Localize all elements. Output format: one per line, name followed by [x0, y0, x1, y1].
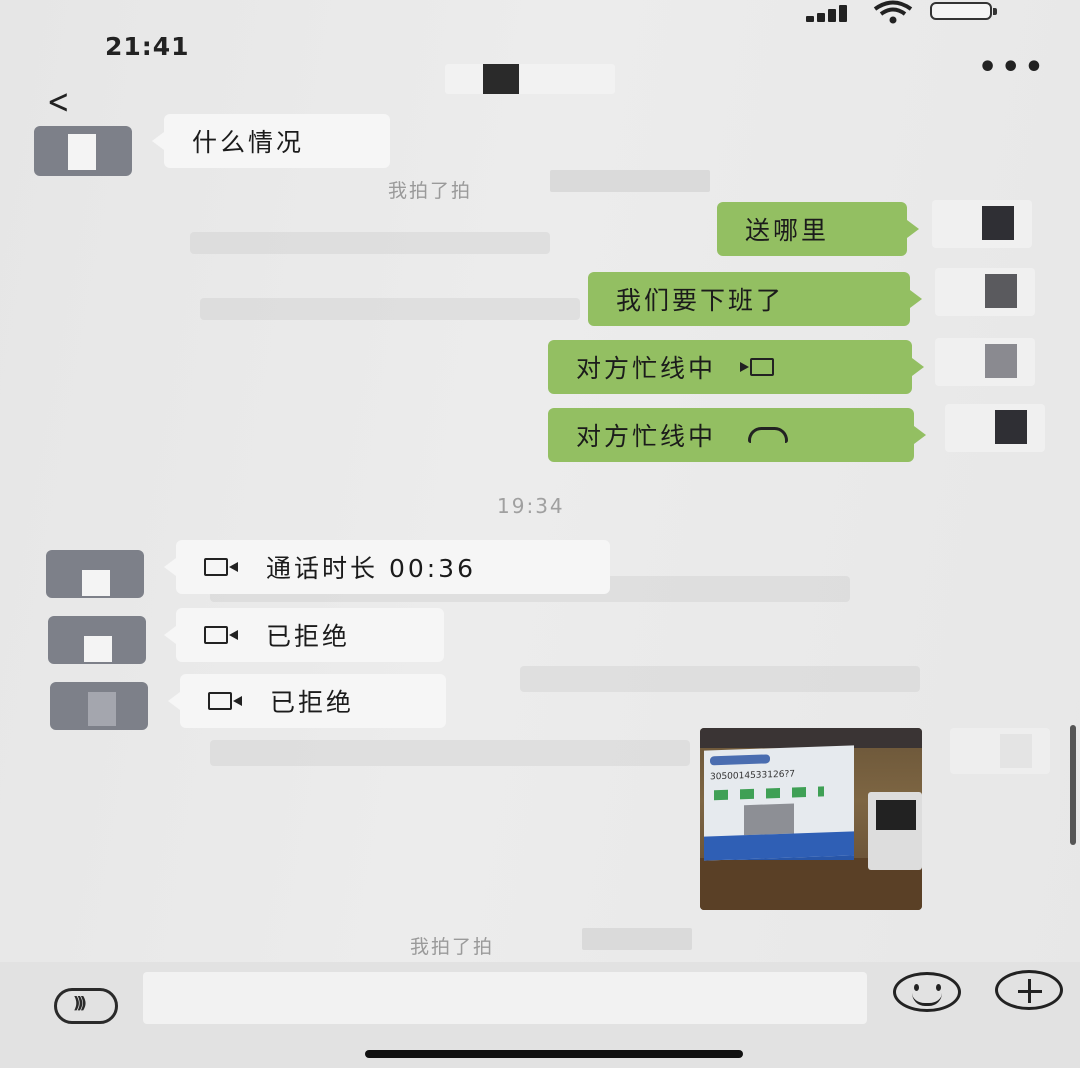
voice-input-button[interactable]	[54, 988, 118, 1024]
message-text: 我们要下班了	[616, 286, 785, 315]
avatar[interactable]	[48, 616, 146, 664]
message-text: 对方忙线中	[576, 354, 717, 383]
message-text: 对方忙线中	[576, 422, 717, 451]
video-call-icon	[208, 692, 242, 710]
status-time: 21:41	[105, 32, 190, 61]
emoji-button[interactable]	[893, 972, 961, 1012]
message-text: 已拒绝	[266, 622, 351, 651]
battery-icon	[930, 2, 997, 20]
background-ghost	[210, 740, 690, 766]
video-call-icon	[204, 626, 238, 644]
more-button[interactable]: •••	[978, 50, 1048, 85]
system-message: 我拍了拍	[388, 180, 473, 202]
chat-title-redacted	[445, 64, 615, 94]
redacted-name	[582, 928, 692, 950]
timestamp: 19:34	[497, 494, 565, 518]
message-bubble-sent[interactable]: 送哪里	[717, 202, 919, 256]
avatar[interactable]	[945, 404, 1045, 452]
avatar[interactable]	[935, 268, 1035, 316]
plus-button[interactable]	[995, 970, 1063, 1010]
image-message[interactable]: 3050014533126?7	[700, 728, 922, 910]
video-call-icon	[750, 358, 775, 376]
call-record-received[interactable]: 已拒绝	[168, 674, 446, 728]
chevron-left-icon: <	[46, 82, 70, 122]
call-record-received[interactable]: 已拒绝	[164, 608, 444, 662]
wifi-icon	[873, 0, 913, 24]
scrollbar[interactable]	[1070, 725, 1076, 845]
avatar[interactable]	[950, 728, 1050, 774]
avatar[interactable]	[34, 126, 132, 176]
phone-call-icon	[748, 427, 789, 443]
message-text: 已拒绝	[270, 688, 355, 717]
avatar[interactable]	[50, 682, 148, 730]
signal-icon	[806, 4, 858, 22]
home-indicator[interactable]	[365, 1050, 743, 1058]
redacted-name	[550, 170, 710, 192]
photo-text: 3050014533126?7	[710, 769, 795, 783]
avatar[interactable]	[46, 550, 144, 598]
message-input[interactable]	[143, 972, 867, 1024]
video-call-icon	[204, 558, 238, 576]
message-text: 通话时长 00:36	[266, 554, 476, 583]
back-button[interactable]: <	[47, 82, 70, 122]
avatar[interactable]	[935, 338, 1035, 386]
message-text: 送哪里	[745, 216, 830, 245]
call-record-received[interactable]: 通话时长 00:36	[164, 540, 610, 594]
call-record-sent[interactable]: 对方忙线中	[548, 340, 924, 394]
system-message: 我拍了拍	[410, 936, 495, 958]
chat-screen: 21:41 < ••• 什么情况 我拍了拍 送哪里 我们要下班了 对方忙线中 对…	[0, 0, 1080, 1068]
message-bubble-received[interactable]: 什么情况	[152, 114, 390, 168]
message-bubble-sent[interactable]: 我们要下班了	[588, 272, 922, 326]
background-ghost	[520, 666, 920, 692]
ellipsis-icon: •••	[978, 50, 1048, 85]
background-ghost	[200, 298, 580, 320]
avatar[interactable]	[932, 200, 1032, 248]
message-text: 什么情况	[192, 128, 305, 157]
background-ghost	[190, 232, 550, 254]
call-record-sent[interactable]: 对方忙线中	[548, 408, 926, 462]
